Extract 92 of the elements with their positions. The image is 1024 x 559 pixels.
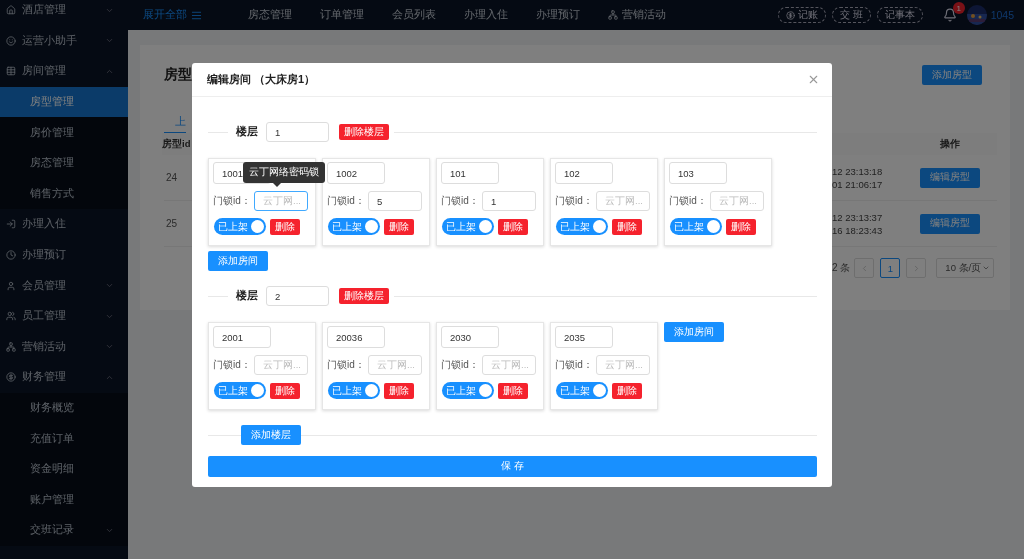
listed-switch[interactable]: 已上架	[214, 218, 266, 235]
table-icon	[6, 66, 16, 77]
table-cell-text: 12 23:13:18 01 21:06:17	[832, 164, 884, 191]
save-button[interactable]: 保 存	[208, 456, 817, 477]
listed-switch[interactable]: 已上架	[670, 218, 722, 235]
dollar-coin-icon	[6, 372, 16, 383]
edit-room-type-button[interactable]: 编辑房型	[919, 213, 980, 234]
listed-switch[interactable]: 已上架	[442, 382, 494, 399]
listed-switch[interactable]: 已上架	[328, 382, 380, 399]
lock-id-label: 门锁id：	[327, 194, 365, 208]
lock-id-label: 门锁id：	[441, 194, 479, 208]
listed-switch[interactable]: 已上架	[442, 218, 494, 235]
add-room-button[interactable]: 添加房间	[208, 251, 268, 271]
delete-floor-button[interactable]: 删除楼层	[339, 288, 389, 304]
sidebar-subitem[interactable]: 销售方式	[0, 178, 128, 210]
delete-room-button[interactable]: 删除	[612, 218, 642, 235]
add-room-button[interactable]: 添加房间	[664, 322, 724, 342]
table-cell: 25	[166, 218, 178, 229]
network-icon	[608, 10, 618, 20]
listed-switch[interactable]: 已上架	[328, 218, 380, 235]
users-icon	[6, 311, 16, 322]
table-cell-text: 12 23:13:37 16 18:23:43	[832, 210, 884, 237]
nav-link[interactable]: 营销活动	[608, 8, 666, 22]
listed-switch[interactable]: 已上架	[214, 382, 266, 399]
add-room-type-button[interactable]: 添加房型	[922, 65, 982, 85]
lock-id-label: 门锁id：	[441, 358, 479, 372]
lock-id-input[interactable]: 5	[368, 191, 422, 211]
dialog-title: 编辑房间 （大床房1）	[207, 72, 316, 87]
lock-id-label: 门锁id：	[213, 194, 251, 208]
nav-link[interactable]: 订单管理	[320, 8, 364, 22]
lock-id-label: 门锁id：	[213, 358, 251, 372]
floor-input[interactable]: 2	[266, 286, 329, 306]
lock-id-label: 门锁id：	[669, 194, 707, 208]
home-icon	[6, 5, 16, 16]
delete-floor-button[interactable]: 删除楼层	[339, 124, 389, 140]
table-header: 操作	[939, 137, 960, 151]
floor-input[interactable]: 1	[266, 122, 329, 142]
total-count: 2 条	[832, 261, 851, 275]
room-number-input[interactable]: 102	[555, 162, 613, 184]
add-floor-button[interactable]: 添加楼层	[241, 425, 301, 445]
nav-link[interactable]: 房态管理	[248, 8, 292, 22]
listed-switch[interactable]: 已上架	[556, 382, 608, 399]
menu-icon	[191, 9, 202, 21]
smile-icon	[6, 35, 16, 46]
page-title: 房型	[164, 66, 192, 84]
lock-id-label: 门锁id：	[555, 194, 593, 208]
floor-label: 楼层	[236, 289, 258, 303]
delete-room-button[interactable]: 删除	[270, 218, 300, 235]
lock-id-label: 门锁id：	[555, 358, 593, 372]
sidebar-subitem[interactable]: 账户管理	[0, 484, 128, 516]
user-icon	[6, 280, 16, 291]
room-number-input[interactable]: 101	[441, 162, 499, 184]
sidebar-subitem[interactable]: 房态管理	[0, 147, 128, 179]
sidebar-subitem[interactable]: 房价管理	[0, 117, 128, 148]
nav-link[interactable]: 办理预订	[536, 8, 580, 22]
room-number-input[interactable]: 2030	[441, 326, 499, 348]
edit-room-type-button[interactable]: 编辑房型	[919, 167, 980, 188]
room-number-input[interactable]: 103	[669, 162, 727, 184]
delete-room-button[interactable]: 删除	[726, 218, 756, 235]
sidebar-subitem[interactable]: 房型管理	[0, 86, 128, 118]
lock-id-label: 门锁id：	[327, 358, 365, 372]
delete-room-button[interactable]: 删除	[270, 382, 300, 399]
expand-all-link[interactable]: 展开全部	[143, 8, 202, 22]
delete-room-button[interactable]: 删除	[498, 382, 528, 399]
close-icon[interactable]	[807, 73, 820, 86]
floor-label: 楼层	[236, 125, 258, 139]
network-icon	[6, 341, 16, 352]
clock-icon	[6, 250, 16, 261]
sidebar-subitem[interactable]: 资金明细	[0, 453, 128, 485]
room-number-input[interactable]: 2001	[213, 326, 271, 348]
delete-room-button[interactable]: 删除	[612, 382, 642, 399]
delete-room-button[interactable]: 删除	[384, 218, 414, 235]
delete-room-button[interactable]: 删除	[498, 218, 528, 235]
delete-room-button[interactable]: 删除	[384, 382, 414, 399]
page-button[interactable]: 1	[880, 258, 901, 278]
nav-link[interactable]: 办理入住	[464, 8, 508, 22]
chevron-down-icon	[982, 264, 991, 272]
nav-link[interactable]: 会员列表	[392, 8, 436, 22]
sidebar-subitem[interactable]: 交班记录	[0, 515, 128, 546]
page-size-select[interactable]: 10 条/页	[936, 258, 995, 278]
room-number-input[interactable]: 20036	[327, 326, 385, 348]
lock-id-input[interactable]: 1	[482, 191, 536, 211]
bell-icon[interactable]	[942, 8, 957, 22]
listed-switch[interactable]: 已上架	[556, 218, 608, 235]
coin-icon	[785, 10, 795, 20]
room-number-input[interactable]: 1002	[327, 162, 385, 184]
room-number-input[interactable]: 2035	[555, 326, 613, 348]
login-icon	[6, 219, 16, 230]
notification-badge: 1	[952, 2, 965, 14]
table-cell: 24	[166, 172, 178, 183]
sidebar-subitem[interactable]: 充值订单	[0, 423, 128, 454]
sidebar-subitem[interactable]: 财务概览	[0, 392, 128, 424]
